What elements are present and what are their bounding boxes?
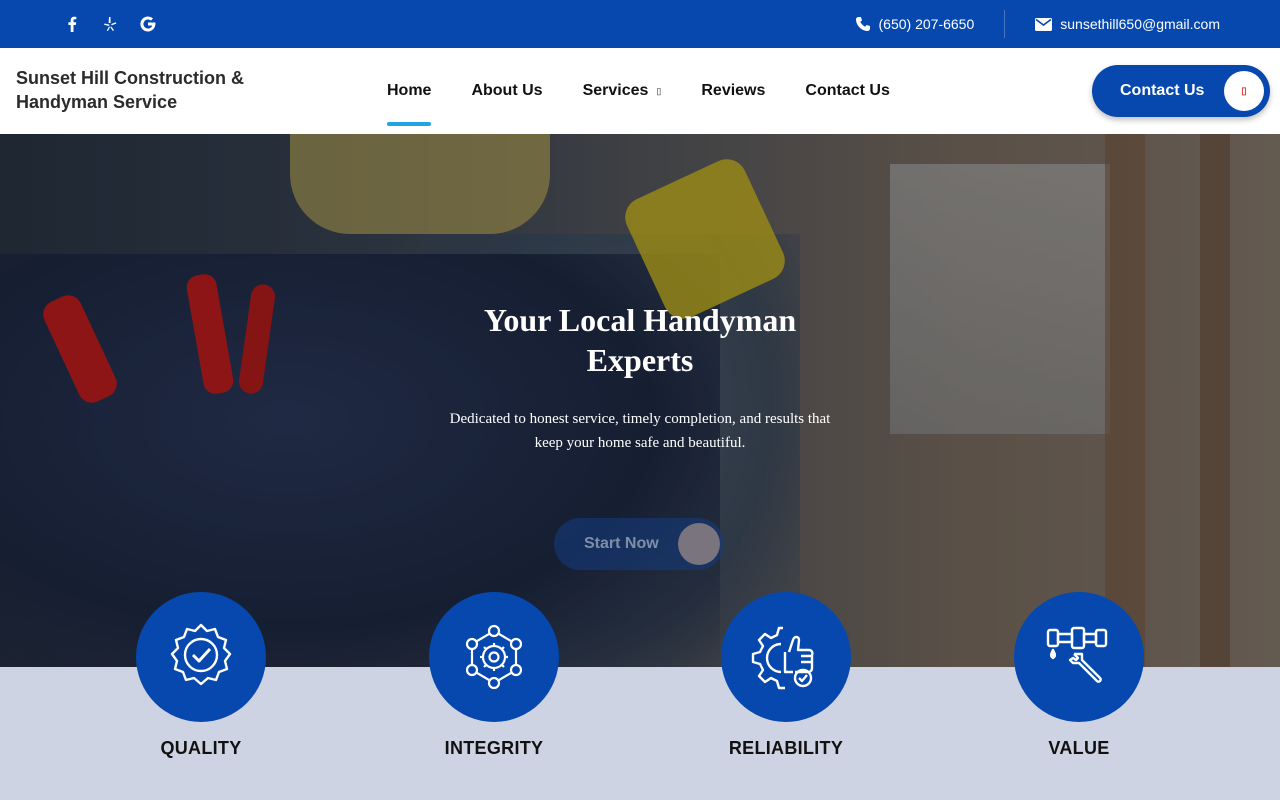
feature-label: INTEGRITY [444, 738, 544, 758]
phone-number[interactable]: (650) 207-6650 [879, 16, 975, 32]
site-header: Sunset Hill Construction & Handyman Serv… [0, 48, 1280, 134]
nav-services[interactable]: Services ▯ [583, 48, 662, 134]
phone-contact[interactable]: (650) 207-6650 [855, 16, 975, 32]
main-nav: Home About Us Services ▯ Reviews Contact… [387, 48, 930, 134]
yelp-icon[interactable] [100, 12, 120, 36]
hero-banner: Your Local Handyman Experts Dedicated to… [0, 134, 1280, 667]
hero-subtitle: Dedicated to honest service, timely comp… [449, 411, 831, 451]
nav-reviews[interactable]: Reviews [701, 48, 765, 134]
top-bar: (650) 207-6650 sunsethill650@gmail.com [0, 0, 1280, 48]
feature-reliability: RELIABILITY [686, 592, 886, 759]
email-contact[interactable]: sunsethill650@gmail.com [1035, 16, 1220, 32]
site-logo[interactable]: Sunset Hill Construction & Handyman Serv… [10, 62, 250, 118]
hero-overlay [0, 134, 1280, 667]
chevron-down-icon: ▯ [656, 85, 662, 96]
google-icon[interactable] [138, 12, 158, 36]
contact-us-button[interactable]: Contact Us ▯ [1092, 65, 1270, 117]
value-pipe-wrench-icon [1014, 592, 1144, 722]
integrity-network-icon [429, 592, 559, 722]
email-address[interactable]: sunsethill650@gmail.com [1060, 16, 1220, 32]
hero-title: Your Local Handyman Experts [483, 302, 797, 378]
feature-label: RELIABILITY [728, 738, 844, 758]
feature-quality: QUALITY [101, 592, 301, 759]
feature-label: VALUE [1048, 738, 1110, 758]
social-links [62, 12, 158, 36]
nav-contact-us[interactable]: Contact Us [805, 48, 889, 134]
facebook-icon[interactable] [62, 12, 82, 36]
envelope-icon [1035, 17, 1053, 31]
phone-icon [855, 17, 870, 31]
quality-badge-icon [136, 592, 266, 722]
logo-line-2: Handyman Service [16, 92, 178, 112]
reliability-gear-thumb-icon [721, 592, 851, 722]
contact-info: (650) 207-6650 sunsethill650@gmail.com [855, 0, 1220, 48]
feature-integrity: INTEGRITY [394, 592, 594, 759]
start-now-button[interactable]: Start Now [554, 518, 724, 570]
contact-us-button-label: Contact Us [1120, 82, 1205, 99]
logo-line-1: Sunset Hill Construction & [16, 68, 245, 88]
arrow-icon: ▯ [1224, 71, 1264, 111]
start-now-label: Start Now [584, 535, 659, 552]
nav-services-label: Services [582, 82, 649, 99]
feature-value: VALUE [979, 592, 1179, 759]
nav-home[interactable]: Home [387, 48, 432, 134]
divider [1004, 10, 1006, 38]
feature-label: QUALITY [160, 738, 242, 758]
nav-about-us[interactable]: About Us [471, 48, 542, 134]
arrow-icon [678, 523, 720, 565]
